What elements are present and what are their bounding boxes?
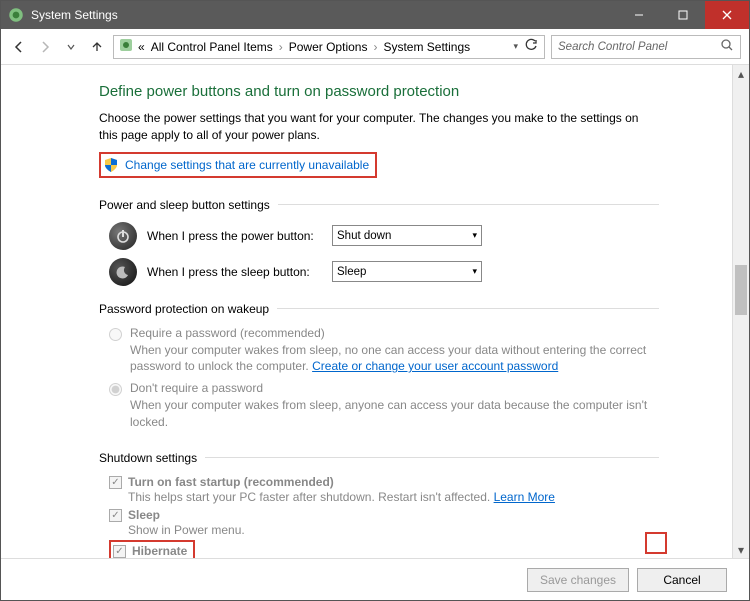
save-button[interactable]: Save changes xyxy=(527,568,629,592)
change-settings-link[interactable]: Change settings that are currently unava… xyxy=(99,152,377,178)
sleep-button-label: When I press the sleep button: xyxy=(147,265,322,279)
no-password-radio[interactable]: Don't require a password When your compu… xyxy=(109,381,669,431)
sleep-button-dropdown[interactable]: Sleep ▾ xyxy=(332,261,482,282)
maximize-button[interactable] xyxy=(661,1,705,29)
section-header: Power and sleep button settings xyxy=(99,198,659,212)
shield-icon xyxy=(103,157,119,173)
section-header-label: Shutdown settings xyxy=(99,451,197,465)
address-bar[interactable]: « All Control Panel Items › Power Option… xyxy=(113,35,545,59)
radio-input[interactable] xyxy=(109,383,122,396)
checkbox-icon[interactable] xyxy=(109,476,122,489)
sleep-checkbox[interactable]: Sleep Show in Power menu. xyxy=(109,508,669,539)
radio-input[interactable] xyxy=(109,328,122,341)
hibernate-checkbox[interactable]: Hibernate xyxy=(109,540,195,558)
back-button[interactable] xyxy=(9,37,29,57)
control-panel-icon xyxy=(118,37,134,56)
content-area: Define power buttons and turn on passwor… xyxy=(1,65,749,558)
refresh-icon[interactable] xyxy=(524,38,538,55)
recent-dropdown[interactable] xyxy=(61,37,81,57)
sleep-button-row: When I press the sleep button: Sleep ▾ xyxy=(109,258,732,286)
power-button-label: When I press the power button: xyxy=(147,229,322,243)
chevron-right-icon: › xyxy=(373,40,377,54)
breadcrumb: All Control Panel Items › Power Options … xyxy=(149,38,510,56)
section-header-label: Power and sleep button settings xyxy=(99,198,270,212)
forward-button[interactable] xyxy=(35,37,55,57)
radio-label: Require a password (recommended) xyxy=(130,326,669,340)
window: System Settings « All Control Panel Item… xyxy=(0,0,750,601)
dropdown-value: Sleep xyxy=(337,266,366,278)
app-icon xyxy=(7,6,25,24)
power-button-row: When I press the power button: Shut down… xyxy=(109,222,732,250)
checkbox-icon[interactable] xyxy=(109,509,122,522)
power-icon xyxy=(109,222,137,250)
window-title: System Settings xyxy=(31,8,617,22)
scrollbar[interactable]: ▴ ▾ xyxy=(732,65,749,558)
minimize-button[interactable] xyxy=(617,1,661,29)
up-button[interactable] xyxy=(87,37,107,57)
address-dropdown-icon[interactable]: ▾ xyxy=(513,41,518,52)
highlight-marker xyxy=(645,532,667,554)
radio-label: Don't require a password xyxy=(130,381,669,395)
chevron-down-icon: ▾ xyxy=(472,266,477,277)
section-header-label: Password protection on wakeup xyxy=(99,302,269,316)
page-description: Choose the power settings that you want … xyxy=(99,110,639,144)
titlebar: System Settings xyxy=(1,1,749,29)
section-header: Password protection on wakeup xyxy=(99,302,659,316)
checkbox-label: Hibernate xyxy=(132,544,187,558)
cancel-button[interactable]: Cancel xyxy=(637,568,727,592)
close-button[interactable] xyxy=(705,1,749,29)
page-title: Define power buttons and turn on passwor… xyxy=(99,83,732,100)
footer: Save changes Cancel xyxy=(1,558,749,600)
moon-icon xyxy=(109,258,137,286)
breadcrumb-seg[interactable]: All Control Panel Items xyxy=(149,38,275,56)
fast-startup-checkbox[interactable]: Turn on fast startup (recommended) This … xyxy=(109,475,669,506)
power-button-dropdown[interactable]: Shut down ▾ xyxy=(332,225,482,246)
search-input[interactable]: Search Control Panel xyxy=(551,35,741,59)
checkbox-description: This helps start your PC faster after sh… xyxy=(128,489,669,506)
change-settings-label: Change settings that are currently unava… xyxy=(125,158,369,172)
navbar: « All Control Panel Items › Power Option… xyxy=(1,29,749,65)
search-icon xyxy=(720,38,734,55)
breadcrumb-seg[interactable]: System Settings xyxy=(381,38,472,56)
search-placeholder: Search Control Panel xyxy=(558,41,720,53)
checkbox-icon[interactable] xyxy=(113,545,126,558)
learn-more-link[interactable]: Learn More xyxy=(494,490,555,504)
scroll-up-icon[interactable]: ▴ xyxy=(733,65,749,82)
checkbox-description: Show in Power menu. xyxy=(128,522,669,539)
account-password-link[interactable]: Create or change your user account passw… xyxy=(312,359,558,373)
checkbox-label: Turn on fast startup (recommended) xyxy=(128,475,669,489)
section-header: Shutdown settings xyxy=(99,451,659,465)
checkbox-label: Sleep xyxy=(128,508,669,522)
scroll-down-icon[interactable]: ▾ xyxy=(733,541,749,558)
scrollbar-thumb[interactable] xyxy=(735,265,747,315)
chevron-down-icon: ▾ xyxy=(472,230,477,241)
require-password-radio[interactable]: Require a password (recommended) When yo… xyxy=(109,326,669,376)
radio-description: When your computer wakes from sleep, any… xyxy=(130,397,669,431)
chevron-right-icon: › xyxy=(279,40,283,54)
dropdown-value: Shut down xyxy=(337,230,391,242)
breadcrumb-seg[interactable]: Power Options xyxy=(287,38,370,56)
radio-description: When your computer wakes from sleep, no … xyxy=(130,342,669,376)
breadcrumb-sep-icon: « xyxy=(138,40,145,54)
